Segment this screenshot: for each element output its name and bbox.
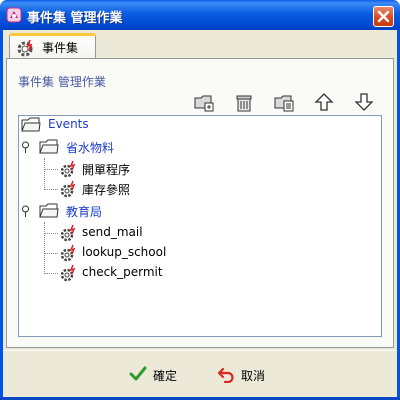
undo-icon (217, 367, 234, 383)
tree-connector (44, 158, 45, 190)
tree-connector (44, 189, 58, 190)
close-button[interactable] (373, 6, 394, 27)
tab-label: 事件集 (42, 41, 79, 55)
tree-connector (44, 273, 58, 274)
tree-group-label: 教育局 (66, 205, 103, 219)
tree-connector (44, 253, 58, 254)
tree-item-label: lookup_school (82, 245, 167, 259)
ok-button-label: 確定 (153, 369, 178, 383)
ok-button[interactable]: 確定 (129, 363, 189, 385)
edit-folder-button[interactable] (273, 91, 295, 113)
close-icon (377, 10, 390, 23)
tree-item-label: 庫存參照 (82, 183, 131, 197)
footer-divider (3, 350, 397, 351)
tree-item-label: send_mail (82, 225, 143, 239)
checkmark-icon (129, 366, 147, 381)
delete-button[interactable] (233, 91, 255, 113)
tree-root-label: Events (48, 117, 89, 131)
open-folder-icon (39, 203, 59, 218)
open-folder-icon (21, 117, 41, 132)
move-up-button[interactable] (313, 91, 335, 113)
open-folder-icon (39, 139, 59, 154)
app-icon (6, 7, 22, 23)
event-gear-icon (60, 264, 76, 282)
tree-connector (44, 222, 45, 274)
cancel-button-label: 取消 (241, 369, 266, 383)
tab-events[interactable]: 事件集 (9, 33, 96, 59)
event-gear-icon (60, 160, 76, 178)
dialog-window: 事件集 管理作業 事件集 事件集 管理作業 Events 省水物料 開單程序 庫… (0, 0, 400, 400)
add-folder-button[interactable] (193, 91, 215, 113)
section-label: 事件集 管理作業 (18, 75, 106, 89)
events-tree[interactable]: Events 省水物料 開單程序 庫存參照 教育局 send_mail look… (18, 115, 382, 337)
arrow-up-icon (314, 93, 334, 111)
move-down-button[interactable] (353, 91, 375, 113)
event-gear-icon (60, 224, 76, 242)
gear-icon (17, 39, 33, 57)
arrow-down-icon (354, 93, 374, 111)
edit-folder-icon (274, 95, 294, 112)
dialog-client-area: 事件集 事件集 管理作業 Events 省水物料 開單程序 庫存參照 教育局 s… (3, 30, 397, 397)
new-folder-icon (194, 95, 214, 112)
tree-item-label: 開單程序 (82, 163, 131, 177)
cancel-button[interactable]: 取消 (217, 363, 287, 385)
expand-toggle-icon (22, 205, 29, 217)
trash-icon (236, 95, 252, 112)
title-bar[interactable]: 事件集 管理作業 (0, 0, 400, 30)
tree-group-label: 省水物料 (66, 141, 115, 155)
expand-toggle-icon (22, 141, 29, 153)
event-gear-icon (60, 244, 76, 262)
tree-item-label: check_permit (82, 265, 163, 279)
tree-connector (44, 233, 58, 234)
tree-connector (44, 169, 58, 170)
event-gear-icon (60, 180, 76, 198)
tab-panel: 事件集 管理作業 Events 省水物料 開單程序 庫存參照 教育局 send_… (6, 58, 394, 348)
window-title: 事件集 管理作業 (27, 11, 123, 26)
